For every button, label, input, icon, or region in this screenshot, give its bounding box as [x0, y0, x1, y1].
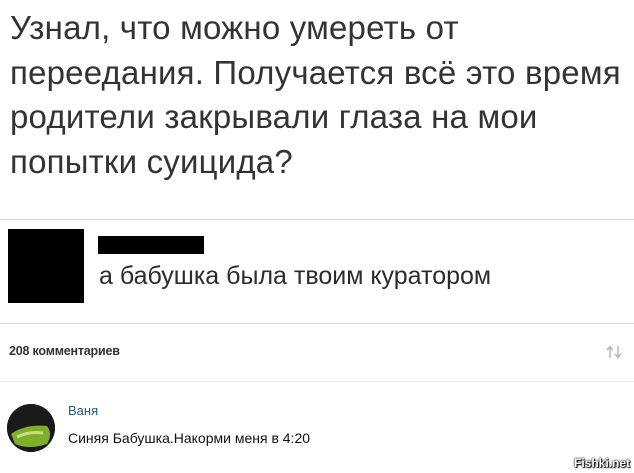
divider — [0, 323, 634, 324]
divider — [0, 219, 634, 220]
sort-arrows-icon[interactable] — [605, 345, 623, 359]
redacted-avatar — [8, 229, 84, 303]
avatar-image — [7, 404, 55, 452]
comment-text: Синяя Бабушка.Накорми меня в 4:20 — [68, 430, 311, 446]
watermark: Fishki.net — [573, 456, 630, 470]
avatar[interactable] — [7, 404, 55, 452]
comment-author-link[interactable]: Ваня — [68, 403, 98, 418]
post-text: Узнал, что можно умереть от переедания. … — [10, 9, 621, 180]
redacted-author-name — [98, 236, 204, 254]
reply-text: а бабушка была твоим куратором — [99, 262, 492, 290]
comments-count: 208 комментариев — [9, 344, 120, 358]
divider — [0, 381, 634, 382]
